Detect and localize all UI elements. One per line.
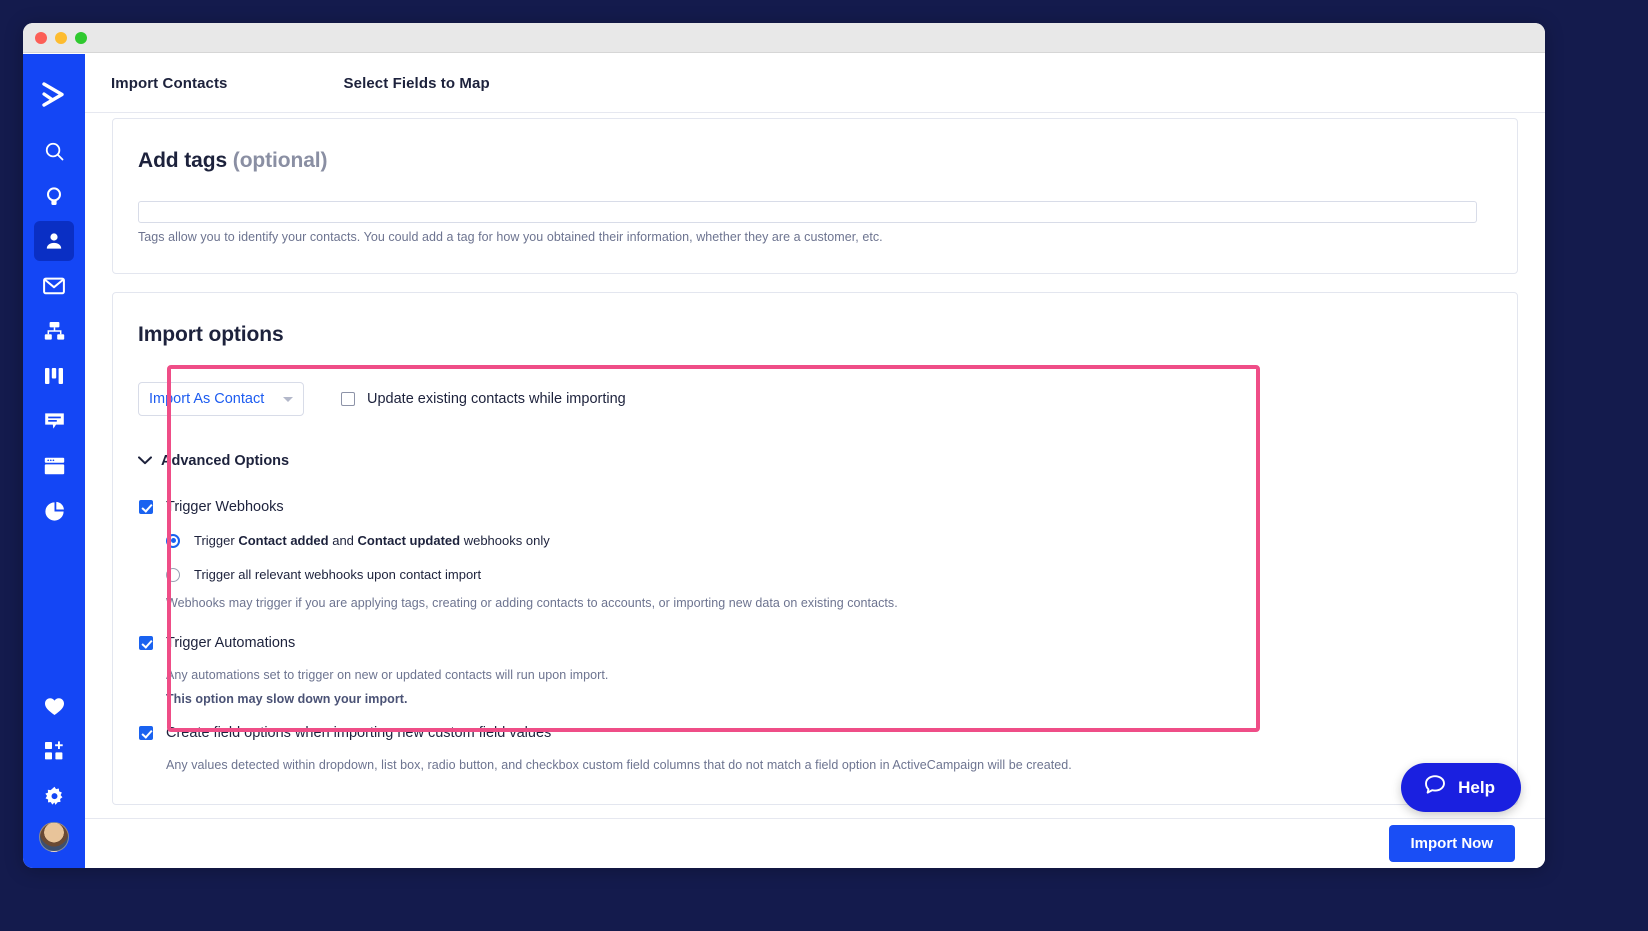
help-widget-label: Help: [1458, 778, 1495, 798]
webhook-radio-option-2[interactable]: Trigger all relevant webhooks upon conta…: [166, 567, 481, 582]
chevron-down-icon: [283, 397, 293, 402]
create-field-options-hint: Any values detected within dropdown, lis…: [166, 758, 1466, 772]
webhook-radio-option-1[interactable]: Trigger Contact added and Contact update…: [166, 533, 550, 548]
webhooks-contact-events-label: Trigger Contact added and Contact update…: [194, 533, 550, 548]
radio1-bold2: Contact updated: [358, 533, 461, 548]
main-pane: Import Contacts Select Fields to Map Add…: [85, 54, 1545, 868]
app-body: Import Contacts Select Fields to Map Add…: [23, 54, 1545, 868]
advanced-options-toggle[interactable]: Advanced Options: [138, 452, 289, 470]
webhooks-hint: Webhooks may trigger if you are applying…: [166, 596, 1456, 610]
webhooks-contact-events-radio[interactable]: [166, 534, 180, 548]
avatar[interactable]: [39, 822, 69, 852]
window-titlebar: [23, 23, 1545, 53]
activecampaign-logo-icon[interactable]: [23, 64, 85, 126]
minimize-window-button[interactable]: [55, 32, 67, 44]
trigger-automations-label: Trigger Automations: [166, 635, 295, 651]
trigger-automations-checkbox-row[interactable]: Trigger Automations: [139, 635, 295, 651]
heart-icon: [44, 697, 65, 716]
chat-bubble-icon: [1423, 773, 1447, 802]
advanced-options-label: Advanced Options: [161, 453, 289, 469]
sidebar-item-conversations[interactable]: [34, 401, 74, 441]
page-footer: Import Now: [85, 818, 1545, 868]
sidebar-item-reports[interactable]: [34, 491, 74, 531]
browser-window: Import Contacts Select Fields to Map Add…: [23, 23, 1545, 868]
breadcrumb-select-fields-to-map[interactable]: Select Fields to Map: [344, 75, 490, 92]
update-existing-contacts-label: Update existing contacts while importing: [367, 391, 626, 407]
app-sidebar: [23, 54, 85, 868]
breadcrumb-import-contacts[interactable]: Import Contacts: [111, 75, 228, 92]
update-existing-contacts-checkbox[interactable]: [341, 392, 355, 406]
apps-icon: [44, 741, 64, 761]
radio1-prefix: Trigger: [194, 533, 238, 548]
close-window-button[interactable]: [35, 32, 47, 44]
webhooks-all-relevant-label: Trigger all relevant webhooks upon conta…: [194, 567, 481, 582]
contacts-icon: [44, 231, 64, 251]
reports-icon: [44, 501, 65, 522]
import-now-button[interactable]: Import Now: [1389, 825, 1516, 862]
webhooks-all-relevant-radio[interactable]: [166, 568, 180, 582]
search-icon: [44, 141, 65, 162]
automations-icon: [44, 321, 65, 341]
lightbulb-icon: [44, 186, 64, 207]
sidebar-item-contacts[interactable]: [34, 221, 74, 261]
sidebar-item-pages[interactable]: [34, 446, 74, 486]
update-existing-contacts-checkbox-row[interactable]: Update existing contacts while importing: [341, 391, 626, 407]
envelope-icon: [43, 277, 65, 295]
breadcrumb: Import Contacts Select Fields to Map: [85, 54, 1545, 113]
add-tags-title-main: Add tags: [138, 149, 227, 172]
radio1-bold1: Contact added: [238, 533, 328, 548]
create-field-options-label: Create field options when importing new …: [166, 725, 551, 741]
tags-input[interactable]: [138, 201, 1477, 223]
sidebar-item-favorites[interactable]: [34, 686, 74, 726]
import-options-title: Import options: [138, 323, 284, 347]
zoom-window-button[interactable]: [75, 32, 87, 44]
content-scroll-area: Add tags (optional) Tags allow you to id…: [85, 113, 1545, 818]
trigger-webhooks-label: Trigger Webhooks: [166, 499, 284, 515]
radio1-middle: and: [329, 533, 358, 548]
add-tags-title: Add tags (optional): [138, 149, 327, 173]
sidebar-item-campaigns[interactable]: [34, 266, 74, 306]
import-as-select-value: Import As Contact: [149, 391, 264, 407]
add-tags-title-optional: (optional): [233, 149, 328, 172]
trigger-automations-checkbox[interactable]: [139, 636, 153, 650]
import-as-select[interactable]: Import As Contact: [138, 382, 304, 416]
chevron-down-icon: [138, 452, 152, 470]
add-tags-card: Add tags (optional) Tags allow you to id…: [112, 118, 1518, 274]
help-widget-button[interactable]: Help: [1401, 763, 1521, 812]
radio1-suffix: webhooks only: [460, 533, 550, 548]
trigger-webhooks-checkbox-row[interactable]: Trigger Webhooks: [139, 499, 284, 515]
create-field-options-checkbox[interactable]: [139, 726, 153, 740]
deals-icon: [44, 366, 64, 386]
import-options-card: Import options Import As Contact Update …: [112, 292, 1518, 805]
trigger-webhooks-checkbox[interactable]: [139, 500, 153, 514]
automations-warning: This option may slow down your import.: [166, 692, 1456, 706]
create-field-options-checkbox-row[interactable]: Create field options when importing new …: [139, 725, 551, 741]
sidebar-item-settings[interactable]: [34, 776, 74, 816]
sidebar-item-apps[interactable]: [34, 731, 74, 771]
pages-icon: [44, 457, 65, 475]
add-tags-hint: Tags allow you to identify your contacts…: [138, 230, 1478, 244]
sidebar-item-deals[interactable]: [34, 356, 74, 396]
automations-hint: Any automations set to trigger on new or…: [166, 668, 1456, 682]
sidebar-item-lightbulb[interactable]: [34, 176, 74, 216]
conversations-icon: [44, 411, 65, 431]
sidebar-item-automations[interactable]: [34, 311, 74, 351]
gear-icon: [44, 786, 65, 807]
import-options-row: Import As Contact Update existing contac…: [138, 382, 626, 416]
sidebar-item-search[interactable]: [34, 131, 74, 171]
